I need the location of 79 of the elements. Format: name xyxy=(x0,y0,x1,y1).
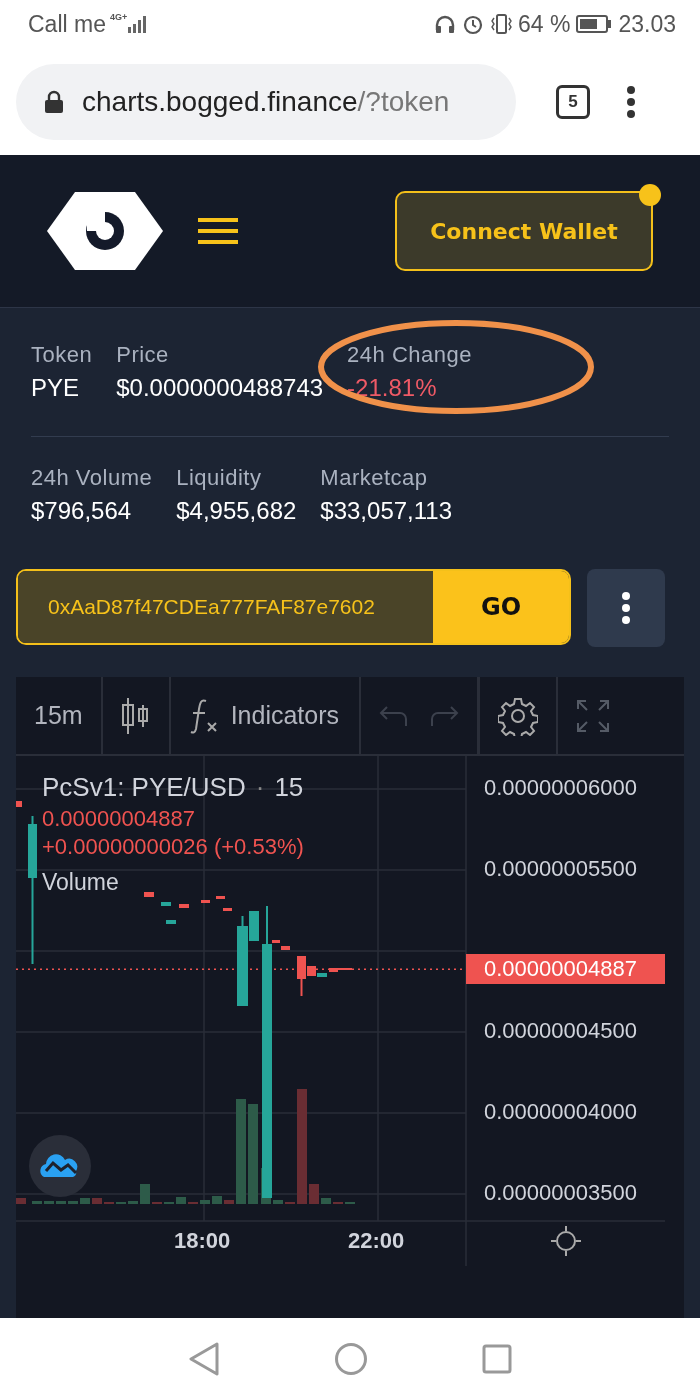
volume-bar xyxy=(321,1198,331,1204)
candles-icon xyxy=(120,696,151,735)
volume-label: Volume xyxy=(42,869,119,896)
more-icon xyxy=(621,591,631,625)
stat-label: Marketcap xyxy=(320,465,429,491)
volume-bar xyxy=(224,1200,234,1204)
candle xyxy=(166,919,176,925)
price-tick-label: 0.00000003500 xyxy=(484,1180,637,1206)
volume-bar xyxy=(16,1198,26,1204)
candle xyxy=(144,891,154,898)
lock-icon xyxy=(44,89,64,114)
carrier-name: Call me xyxy=(28,10,106,38)
volume-bar xyxy=(309,1184,319,1204)
stat-value: $4,955,682 xyxy=(176,497,297,525)
brightness-icon[interactable] xyxy=(550,1225,582,1257)
battery-percent: 64 % xyxy=(518,10,571,38)
interval-button[interactable]: 15m xyxy=(16,677,103,754)
candle xyxy=(216,895,225,900)
price-change: +0.00000000026 (+0.53%) xyxy=(42,833,304,861)
time-tick-label: 18:00 xyxy=(174,1228,231,1254)
price-tick-label: 0.00000005500 xyxy=(484,856,637,882)
redo-icon xyxy=(430,704,461,727)
menu-icon[interactable] xyxy=(626,84,636,119)
last-price-badge: 0.00000004887 xyxy=(466,954,665,985)
stat-value: $0.0000000488743 xyxy=(116,374,324,402)
stat-label: Price xyxy=(116,342,170,368)
more-button[interactable] xyxy=(587,569,665,647)
stat-label: Token xyxy=(31,342,93,368)
logo-icon[interactable] xyxy=(47,192,163,270)
time-tick-label: 22:00 xyxy=(348,1228,405,1254)
volume-bar xyxy=(176,1197,186,1204)
volume-bar xyxy=(128,1201,138,1204)
address-bar[interactable]: charts.bogged.finance/?token xyxy=(16,63,516,140)
candle xyxy=(161,901,171,907)
stat-value: $796,564 xyxy=(31,497,133,525)
candle xyxy=(179,903,189,909)
candle xyxy=(201,899,210,904)
price-tick-label: 0.00000006000 xyxy=(484,775,637,801)
volume-bar xyxy=(56,1201,66,1204)
undo-icon xyxy=(378,704,409,727)
volume-bar xyxy=(44,1201,54,1204)
stat-value: -21.81% xyxy=(347,374,438,402)
candle xyxy=(16,800,22,808)
stat-value: PYE xyxy=(31,374,81,402)
recents-icon[interactable] xyxy=(482,1344,512,1374)
candle xyxy=(223,907,232,912)
price-value: 0.00000004887 xyxy=(42,805,195,833)
volume-bar xyxy=(200,1200,210,1204)
volume-bar xyxy=(140,1184,150,1204)
symbol-title: PcSv1: PYE/USD xyxy=(42,772,246,803)
stat-label: 24h Change xyxy=(347,342,472,368)
connect-wallet-button[interactable]: Connect Wallet xyxy=(395,191,653,271)
battery-icon xyxy=(576,15,613,33)
interval-label: 15 xyxy=(274,772,304,803)
stat-value: $33,057,113 xyxy=(320,497,452,525)
volume-bar xyxy=(32,1201,42,1204)
alarm-icon xyxy=(462,13,484,35)
cloud-chart-icon xyxy=(40,1153,80,1179)
volume-bar xyxy=(212,1196,222,1204)
separator-dot: · xyxy=(255,772,265,803)
tab-count-button[interactable]: 5 xyxy=(556,84,590,119)
fullscreen-icon xyxy=(576,698,611,733)
vibrate-icon xyxy=(490,13,512,35)
stat-label: Liquidity xyxy=(176,465,263,491)
stat-label: 24h Volume xyxy=(31,465,153,491)
volume-bar xyxy=(80,1198,90,1204)
clock-time: 23.03 xyxy=(618,10,676,38)
volume-bar xyxy=(68,1201,78,1204)
volume-bar xyxy=(273,1200,283,1204)
network-type: 4G+ xyxy=(109,12,128,22)
back-icon[interactable] xyxy=(188,1342,220,1376)
home-icon[interactable] xyxy=(334,1342,368,1376)
price-tick-label: 0.00000004000 xyxy=(484,1099,637,1125)
price-tick-label: 0.00000004500 xyxy=(484,1018,637,1044)
menu-icon[interactable] xyxy=(198,217,238,245)
settings-icon xyxy=(498,695,539,736)
indicators-button[interactable]: Indicators xyxy=(170,677,362,754)
volume-bar xyxy=(92,1198,102,1204)
headphones-icon xyxy=(434,14,456,34)
